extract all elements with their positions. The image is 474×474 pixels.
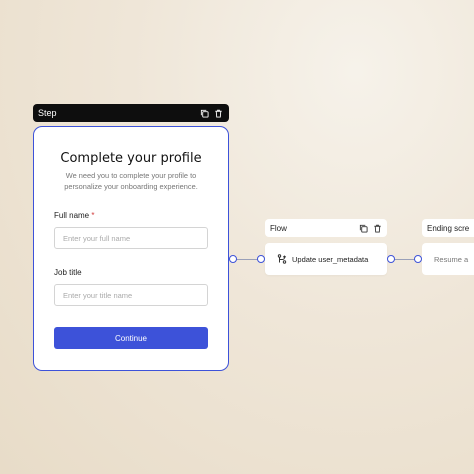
flow-node-header[interactable]: Flow xyxy=(265,219,387,237)
ending-header-label: Ending scre xyxy=(427,223,470,233)
trash-icon[interactable] xyxy=(214,109,223,118)
step-node-card[interactable]: Complete your profile We need you to com… xyxy=(33,126,229,371)
form-subtitle: We need you to complete your profile to … xyxy=(64,171,198,191)
job-title-label-text: Job title xyxy=(54,268,82,277)
full-name-input[interactable]: Enter your full name xyxy=(54,227,208,249)
step-output-port[interactable] xyxy=(229,255,237,263)
ending-node-header[interactable]: Ending scre xyxy=(422,219,474,237)
flow-header-actions xyxy=(359,224,382,233)
continue-button[interactable]: Continue xyxy=(54,327,208,349)
trash-icon[interactable] xyxy=(373,224,382,233)
flow-input-port[interactable] xyxy=(257,255,265,263)
step-header-actions xyxy=(200,109,223,118)
ending-node-body[interactable]: Resume a xyxy=(422,243,474,275)
step-header-label: Step xyxy=(38,108,57,118)
flow-node-body[interactable]: Update user_metadata xyxy=(265,243,387,275)
ending-input-port[interactable] xyxy=(414,255,422,263)
job-title-label: Job title xyxy=(54,268,82,277)
step-node-header[interactable]: Step xyxy=(33,104,229,122)
required-mark: * xyxy=(91,211,95,220)
flow-output-port[interactable] xyxy=(387,255,395,263)
job-title-placeholder: Enter your title name xyxy=(63,290,133,300)
job-title-input[interactable]: Enter your title name xyxy=(54,284,208,306)
flow-node-label: Update user_metadata xyxy=(292,254,369,264)
copy-icon[interactable] xyxy=(200,109,209,118)
flow-header-label: Flow xyxy=(270,223,287,233)
full-name-placeholder: Enter your full name xyxy=(63,233,131,243)
form-title: Complete your profile xyxy=(60,151,202,166)
copy-icon[interactable] xyxy=(359,224,368,233)
full-name-label-text: Full name xyxy=(54,211,90,220)
branch-icon xyxy=(277,254,287,264)
ending-node-label: Resume a xyxy=(434,254,469,264)
full-name-label: Full name * xyxy=(54,211,94,220)
